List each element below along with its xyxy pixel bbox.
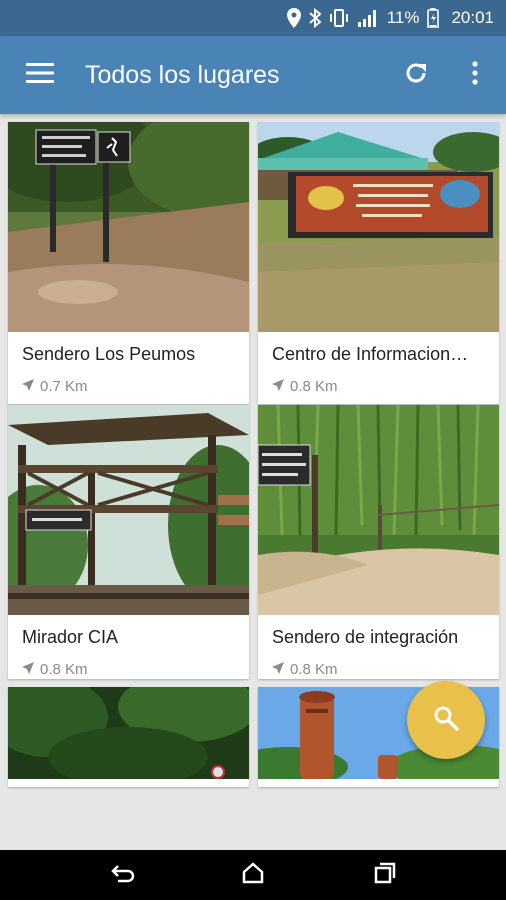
- place-name: Centro de Informacion…: [272, 344, 469, 364]
- place-name: Sendero de integración: [272, 627, 459, 647]
- refresh-icon: [403, 60, 429, 91]
- place-name: Mirador CIA: [22, 627, 119, 647]
- place-card-mirador-cia[interactable]: Mirador CIA 0.8 Km: [8, 405, 249, 679]
- place-photo: [8, 405, 249, 615]
- search-icon: [432, 704, 460, 737]
- battery-percent: 11%: [386, 8, 420, 27]
- refresh-button[interactable]: [398, 57, 434, 93]
- place-card-sendero-de-integracion[interactable]: Sendero de integración 0.8 Km: [258, 405, 499, 679]
- bluetooth-icon: [309, 8, 321, 28]
- clock: 20:01: [451, 8, 494, 27]
- place-distance-value: 0.8 Km: [290, 378, 338, 395]
- home-icon: [241, 861, 265, 890]
- place-photo: [258, 122, 499, 332]
- back-button[interactable]: [93, 850, 153, 900]
- place-distance-value: 0.8 Km: [290, 661, 338, 678]
- place-distance: 0.8 Km: [272, 378, 338, 395]
- recents-button[interactable]: [355, 850, 415, 900]
- menu-icon: [26, 62, 54, 89]
- navigation-arrow-icon: [22, 378, 34, 395]
- place-distance: 0.7 Km: [22, 378, 88, 395]
- navigation-arrow-icon: [272, 378, 284, 395]
- status-bar: 11% 20:01: [0, 0, 506, 36]
- place-distance: 0.8 Km: [22, 661, 88, 678]
- page-title: Todos los lugares: [85, 61, 280, 89]
- place-distance-value: 0.7 Km: [40, 378, 88, 395]
- place-card-sendero-los-peumos[interactable]: Sendero Los Peumos 0.7 Km: [8, 122, 249, 404]
- more-options-button[interactable]: [458, 57, 492, 93]
- place-photo: [258, 405, 499, 615]
- menu-button[interactable]: [22, 59, 58, 91]
- place-distance-value: 0.8 Km: [40, 661, 88, 678]
- vibrate-icon: [329, 8, 349, 28]
- app-bar: Todos los lugares: [0, 36, 506, 114]
- system-nav-bar: [0, 850, 506, 900]
- place-name: Sendero Los Peumos: [22, 344, 196, 364]
- status-icons: 11% 20:01: [286, 0, 494, 36]
- place-card-centro-de-informacion[interactable]: Centro de Informacion… 0.8 Km: [258, 122, 499, 404]
- place-distance: 0.8 Km: [272, 661, 338, 678]
- more-vert-icon: [472, 60, 478, 90]
- place-photo: [8, 122, 249, 332]
- place-photo: [8, 687, 249, 779]
- back-icon: [110, 862, 136, 889]
- location-icon: [286, 8, 301, 28]
- recents-icon: [373, 861, 397, 890]
- navigation-arrow-icon: [272, 661, 284, 678]
- home-button[interactable]: [223, 850, 283, 900]
- place-card-5[interactable]: [8, 687, 249, 787]
- battery-icon: [427, 8, 440, 28]
- signal-icon: [357, 9, 379, 27]
- navigation-arrow-icon: [22, 661, 34, 678]
- search-fab[interactable]: [407, 681, 485, 759]
